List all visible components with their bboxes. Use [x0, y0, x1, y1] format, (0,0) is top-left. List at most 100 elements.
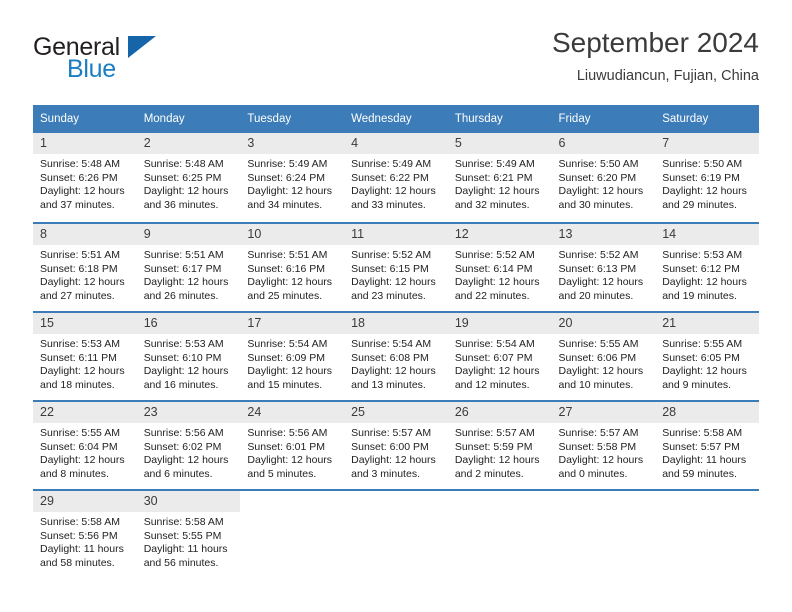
day-cell[interactable]: 27 Sunrise: 5:57 AM Sunset: 5:58 PM Dayligh…: [551, 400, 656, 489]
sunrise-text: Sunrise: 5:54 AM: [351, 338, 432, 350]
page-subtitle: Liuwudiancun, Fujian, China: [576, 68, 759, 84]
day-cell[interactable]: 9 Sunrise: 5:51 AM Sunset: 6:17 PM Daylight…: [136, 222, 241, 311]
day-number: [655, 491, 759, 512]
daylight-text: Daylight: 12 hours and 13 minutes.: [351, 365, 436, 391]
day-details: Sunrise: 5:55 AM Sunset: 6:04 PM Daylight:…: [33, 423, 137, 481]
day-cell[interactable]: 21 Sunrise: 5:55 AM Sunset: 6:05 PM Dayligh…: [655, 311, 759, 400]
day-number: [240, 491, 344, 512]
daylight-text: Daylight: 12 hours and 3 minutes.: [351, 454, 436, 480]
day-cell[interactable]: 7 Sunrise: 5:50 AM Sunset: 6:19 PM Daylight…: [655, 133, 759, 222]
calendar-cell: 14 Sunrise: 5:53 AM Sunset: 6:12 PM Dayligh…: [655, 222, 759, 311]
calendar-week-row: 1 Sunrise: 5:48 AM Sunset: 6:26 PM Daylight…: [33, 133, 759, 222]
calendar-cell: 22 Sunrise: 5:55 AM Sunset: 6:04 PM Dayligh…: [33, 400, 137, 489]
calendar-cell: 26 Sunrise: 5:57 AM Sunset: 5:59 PM Dayligh…: [447, 400, 552, 489]
calendar-cell: 12 Sunrise: 5:52 AM Sunset: 6:14 PM Dayligh…: [447, 222, 552, 311]
daylight-text: Daylight: 12 hours and 37 minutes.: [40, 185, 125, 211]
calendar-cell: [447, 489, 552, 578]
sunrise-text: Sunrise: 5:58 AM: [662, 427, 743, 439]
day-cell[interactable]: 24 Sunrise: 5:56 AM Sunset: 6:01 PM Dayligh…: [240, 400, 345, 489]
sunset-text: Sunset: 6:07 PM: [454, 351, 533, 364]
day-cell[interactable]: 8 Sunrise: 5:51 AM Sunset: 6:18 PM Daylight…: [33, 222, 137, 311]
day-number: 9: [136, 224, 241, 245]
sunrise-text: Sunrise: 5:56 AM: [143, 427, 224, 439]
daylight-text: Daylight: 12 hours and 18 minutes.: [40, 365, 125, 391]
day-cell[interactable]: 3 Sunrise: 5:49 AM Sunset: 6:24 PM Daylight…: [240, 133, 345, 222]
sunset-text: Sunset: 6:18 PM: [40, 262, 118, 275]
day-cell[interactable]: 28 Sunrise: 5:58 AM Sunset: 5:57 PM Dayligh…: [655, 400, 759, 489]
day-details: Sunrise: 5:53 AM Sunset: 6:10 PM Daylight:…: [137, 334, 241, 392]
day-number: 4: [344, 133, 448, 154]
day-number: 27: [551, 402, 656, 423]
sunrise-text: Sunrise: 5:51 AM: [40, 249, 120, 261]
day-cell[interactable]: 29 Sunrise: 5:58 AM Sunset: 5:56 PM Dayligh…: [33, 489, 137, 578]
day-cell[interactable]: 22 Sunrise: 5:55 AM Sunset: 6:04 PM Dayligh…: [33, 400, 137, 489]
day-number: 24: [240, 402, 345, 423]
sunrise-text: Sunrise: 5:49 AM: [351, 158, 432, 170]
sunrise-text: Sunrise: 5:50 AM: [662, 158, 743, 170]
day-cell[interactable]: 2 Sunrise: 5:48 AM Sunset: 6:25 PM Daylight…: [136, 133, 241, 222]
day-cell[interactable]: 12 Sunrise: 5:52 AM Sunset: 6:14 PM Dayligh…: [447, 222, 552, 311]
day-cell[interactable]: 16 Sunrise: 5:53 AM Sunset: 6:10 PM Dayligh…: [136, 311, 241, 400]
weekday-header-wednesday: Wednesday: [344, 105, 448, 133]
day-cell[interactable]: 20 Sunrise: 5:55 AM Sunset: 6:06 PM Dayligh…: [551, 311, 656, 400]
day-cell[interactable]: 4 Sunrise: 5:49 AM Sunset: 6:22 PM Daylight…: [344, 133, 448, 222]
page-header: General Blue September 2024 Liuwudiancun…: [33, 26, 759, 92]
sunrise-text: Sunrise: 5:55 AM: [558, 338, 639, 350]
day-details: Sunrise: 5:48 AM Sunset: 6:25 PM Daylight:…: [137, 154, 241, 212]
day-cell[interactable]: 15 Sunrise: 5:53 AM Sunset: 6:11 PM Dayligh…: [33, 311, 137, 400]
day-number: 18: [344, 313, 448, 334]
day-cell[interactable]: 6 Sunrise: 5:50 AM Sunset: 6:20 PM Daylight…: [551, 133, 656, 222]
sunrise-text: Sunrise: 5:57 AM: [454, 427, 535, 439]
sunrise-text: Sunrise: 5:53 AM: [40, 338, 120, 350]
daylight-text: Daylight: 12 hours and 6 minutes.: [143, 454, 229, 480]
day-cell[interactable]: 23 Sunrise: 5:56 AM Sunset: 6:02 PM Dayligh…: [136, 400, 241, 489]
sunset-text: Sunset: 6:01 PM: [247, 440, 326, 453]
day-cell[interactable]: 30 Sunrise: 5:58 AM Sunset: 5:55 PM Dayligh…: [136, 489, 241, 578]
day-cell[interactable]: 5 Sunrise: 5:49 AM Sunset: 6:21 PM Daylight…: [447, 133, 552, 222]
calendar-page: General Blue September 2024 Liuwudiancun…: [0, 0, 792, 612]
day-details: Sunrise: 5:52 AM Sunset: 6:14 PM Daylight:…: [448, 245, 552, 303]
sunset-text: Sunset: 6:11 PM: [40, 351, 117, 364]
day-number: 19: [447, 313, 552, 334]
day-number: 10: [240, 224, 345, 245]
day-number: 8: [33, 224, 137, 245]
day-cell[interactable]: 11 Sunrise: 5:52 AM Sunset: 6:15 PM Dayligh…: [344, 222, 448, 311]
day-number: 29: [33, 491, 137, 512]
calendar-week-row: 8 Sunrise: 5:51 AM Sunset: 6:18 PM Daylight…: [33, 222, 759, 311]
sunset-text: Sunset: 5:59 PM: [454, 440, 533, 453]
weekday-header-saturday: Saturday: [655, 105, 759, 133]
sunrise-text: Sunrise: 5:49 AM: [247, 158, 328, 170]
calendar-cell: [655, 489, 759, 578]
daylight-text: Daylight: 12 hours and 2 minutes.: [454, 454, 540, 480]
sunset-text: Sunset: 6:24 PM: [247, 171, 326, 184]
day-cell[interactable]: 13 Sunrise: 5:52 AM Sunset: 6:13 PM Dayligh…: [551, 222, 656, 311]
calendar-cell: 10 Sunrise: 5:51 AM Sunset: 6:16 PM Dayligh…: [240, 222, 345, 311]
day-details: Sunrise: 5:58 AM Sunset: 5:57 PM Daylight:…: [655, 423, 759, 481]
day-number: 21: [655, 313, 759, 334]
sunset-text: Sunset: 6:12 PM: [662, 262, 740, 275]
calendar-cell: 29 Sunrise: 5:58 AM Sunset: 5:56 PM Dayligh…: [33, 489, 137, 578]
weekday-header-sunday: Sunday: [33, 105, 137, 133]
day-cell[interactable]: 26 Sunrise: 5:57 AM Sunset: 5:59 PM Dayligh…: [447, 400, 552, 489]
sunrise-text: Sunrise: 5:50 AM: [558, 158, 639, 170]
weekday-header-monday: Monday: [136, 105, 241, 133]
day-cell[interactable]: 10 Sunrise: 5:51 AM Sunset: 6:16 PM Dayligh…: [240, 222, 345, 311]
calendar-week-row: 22 Sunrise: 5:55 AM Sunset: 6:04 PM Dayligh…: [33, 400, 759, 489]
calendar-cell: 25 Sunrise: 5:57 AM Sunset: 6:00 PM Dayligh…: [344, 400, 448, 489]
day-number: 16: [136, 313, 241, 334]
day-cell-empty: [240, 489, 345, 578]
day-cell[interactable]: 25 Sunrise: 5:57 AM Sunset: 6:00 PM Dayligh…: [344, 400, 448, 489]
day-details: Sunrise: 5:57 AM Sunset: 5:58 PM Daylight:…: [552, 423, 656, 481]
daylight-text: Daylight: 12 hours and 26 minutes.: [143, 276, 229, 302]
daylight-text: Daylight: 12 hours and 34 minutes.: [247, 185, 333, 211]
day-cell[interactable]: 1 Sunrise: 5:48 AM Sunset: 6:26 PM Daylight…: [33, 133, 137, 222]
calendar-cell: 6 Sunrise: 5:50 AM Sunset: 6:20 PM Daylight…: [551, 133, 656, 222]
day-cell[interactable]: 17 Sunrise: 5:54 AM Sunset: 6:09 PM Dayligh…: [240, 311, 345, 400]
day-cell[interactable]: 14 Sunrise: 5:53 AM Sunset: 6:12 PM Dayligh…: [655, 222, 759, 311]
day-cell[interactable]: 19 Sunrise: 5:54 AM Sunset: 6:07 PM Dayligh…: [447, 311, 552, 400]
day-cell[interactable]: 18 Sunrise: 5:54 AM Sunset: 6:08 PM Dayligh…: [344, 311, 448, 400]
daylight-text: Daylight: 12 hours and 23 minutes.: [351, 276, 436, 302]
sunset-text: Sunset: 6:04 PM: [40, 440, 118, 453]
sunrise-text: Sunrise: 5:48 AM: [40, 158, 120, 170]
sunrise-text: Sunrise: 5:51 AM: [143, 249, 224, 261]
